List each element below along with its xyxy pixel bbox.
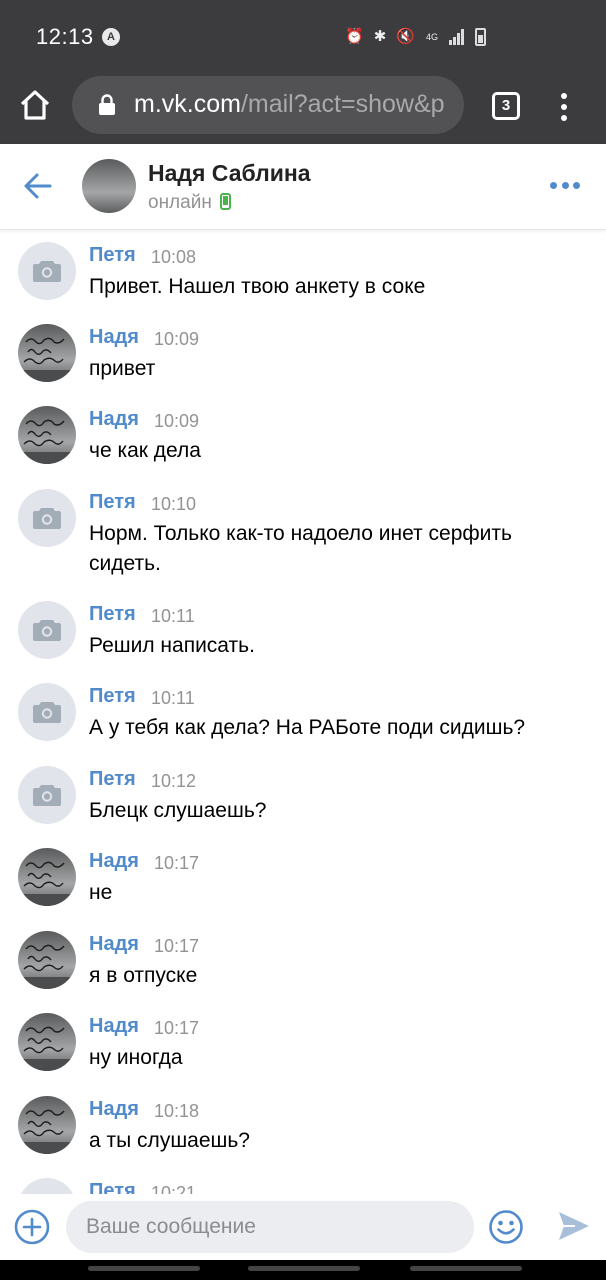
message-time: 10:21 — [151, 1183, 197, 1194]
message-author[interactable]: Петя — [89, 685, 136, 708]
message-text: че как дела — [89, 439, 201, 462]
nav-back-pill[interactable] — [88, 1266, 200, 1271]
tabs-icon[interactable]: 3 — [492, 92, 520, 120]
notification-icon: A — [102, 28, 120, 46]
status-icons: ⏰ ✱ 🔇 4G — [345, 26, 486, 48]
message-text: Блецк слушаешь? — [89, 799, 267, 822]
browser-toolbar: m.vk.com/mail?act=show&p 3 — [0, 68, 606, 144]
contact-name[interactable]: Надя Саблина — [148, 160, 311, 187]
menu-icon[interactable] — [556, 90, 572, 124]
message-author[interactable]: Надя — [89, 408, 139, 431]
system-nav-bar — [0, 1260, 606, 1280]
mute-icon: 🔇 — [396, 28, 415, 45]
camera-icon[interactable] — [18, 766, 76, 824]
signal-icon — [449, 29, 465, 45]
status-bar: 12:13 A ⏰ ✱ 🔇 4G — [0, 0, 606, 68]
chat-header: Надя Саблина онлайн — [0, 144, 606, 230]
url-bar[interactable]: m.vk.com/mail?act=show&p — [72, 76, 464, 134]
message-author[interactable]: Петя — [89, 491, 136, 514]
message-time: 10:11 — [151, 606, 195, 626]
camera-icon[interactable] — [18, 683, 76, 741]
message-list: Петя 10:08 Привет. Нашел твою анкету в сок… — [0, 230, 606, 1194]
url-text: m.vk.com/mail?act=show&p — [134, 90, 445, 119]
status-text: онлайн — [148, 192, 212, 213]
contact-status: онлайн — [148, 192, 231, 214]
message-text: Привет. Нашел твою анкету в соке — [89, 275, 426, 298]
message-text: я в отпуске — [89, 964, 198, 987]
message-text: а ты слушаешь? — [89, 1129, 250, 1152]
url-host: m.vk.com — [134, 90, 241, 118]
sender-avatar[interactable] — [18, 1096, 76, 1154]
sender-avatar[interactable] — [18, 848, 76, 906]
message-text: Решил написать. — [89, 634, 255, 657]
message-author[interactable]: Петя — [89, 1180, 136, 1194]
sender-avatar[interactable] — [18, 931, 76, 989]
message-time: 10:08 — [151, 247, 197, 267]
sender-avatar[interactable] — [18, 406, 76, 464]
message-time: 10:17 — [154, 853, 200, 873]
message-text: ну иногда — [89, 1046, 183, 1069]
message-time: 10:11 — [151, 688, 195, 708]
message-author[interactable]: Петя — [89, 244, 136, 267]
message-author[interactable]: Надя — [89, 1015, 139, 1038]
message-author[interactable]: Петя — [89, 768, 136, 791]
message-text: Норм. Только как-то надоело инет серфить… — [89, 522, 512, 575]
more-icon[interactable] — [550, 182, 580, 192]
message-author[interactable]: Надя — [89, 326, 139, 349]
url-path: /mail?act=show&p — [240, 90, 445, 118]
message-time: 10:18 — [154, 1101, 200, 1121]
message-time: 10:12 — [151, 771, 197, 791]
camera-icon[interactable] — [18, 1178, 76, 1194]
status-time: 12:13 — [36, 24, 94, 49]
message-author[interactable]: Надя — [89, 850, 139, 873]
message-input[interactable] — [66, 1201, 474, 1253]
message-time: 10:09 — [154, 329, 200, 349]
message-text: А у тебя как дела? На РАБоте поди сидишь… — [89, 716, 526, 739]
home-icon[interactable] — [18, 88, 52, 122]
back-arrow-icon[interactable] — [22, 170, 54, 202]
message-time: 10:17 — [154, 1018, 200, 1038]
emoji-icon[interactable] — [488, 1209, 524, 1245]
composer — [0, 1194, 606, 1260]
attach-plus-icon[interactable] — [14, 1209, 50, 1245]
message-text: не — [89, 881, 113, 904]
network-type: 4G — [425, 31, 438, 42]
camera-icon[interactable] — [18, 489, 76, 547]
nav-home-pill[interactable] — [248, 1266, 360, 1271]
alarm-icon: ⏰ — [345, 28, 364, 45]
sender-avatar[interactable] — [18, 324, 76, 382]
nav-recents-pill[interactable] — [410, 1266, 522, 1271]
message-time: 10:17 — [154, 936, 200, 956]
message-time: 10:09 — [154, 411, 200, 431]
camera-icon[interactable] — [18, 601, 76, 659]
message-text: привет — [89, 357, 156, 380]
message-author[interactable]: Надя — [89, 1098, 139, 1121]
send-icon[interactable] — [556, 1209, 592, 1243]
lock-icon — [98, 94, 116, 116]
camera-icon[interactable] — [18, 242, 76, 300]
mobile-online-icon — [219, 193, 231, 210]
sender-avatar[interactable] — [18, 1013, 76, 1071]
contact-avatar[interactable] — [82, 159, 136, 213]
battery-icon — [475, 28, 486, 46]
message-time: 10:10 — [151, 494, 197, 514]
bluetooth-icon: ✱ — [373, 28, 387, 45]
message-author[interactable]: Надя — [89, 933, 139, 956]
message-author[interactable]: Петя — [89, 603, 136, 626]
